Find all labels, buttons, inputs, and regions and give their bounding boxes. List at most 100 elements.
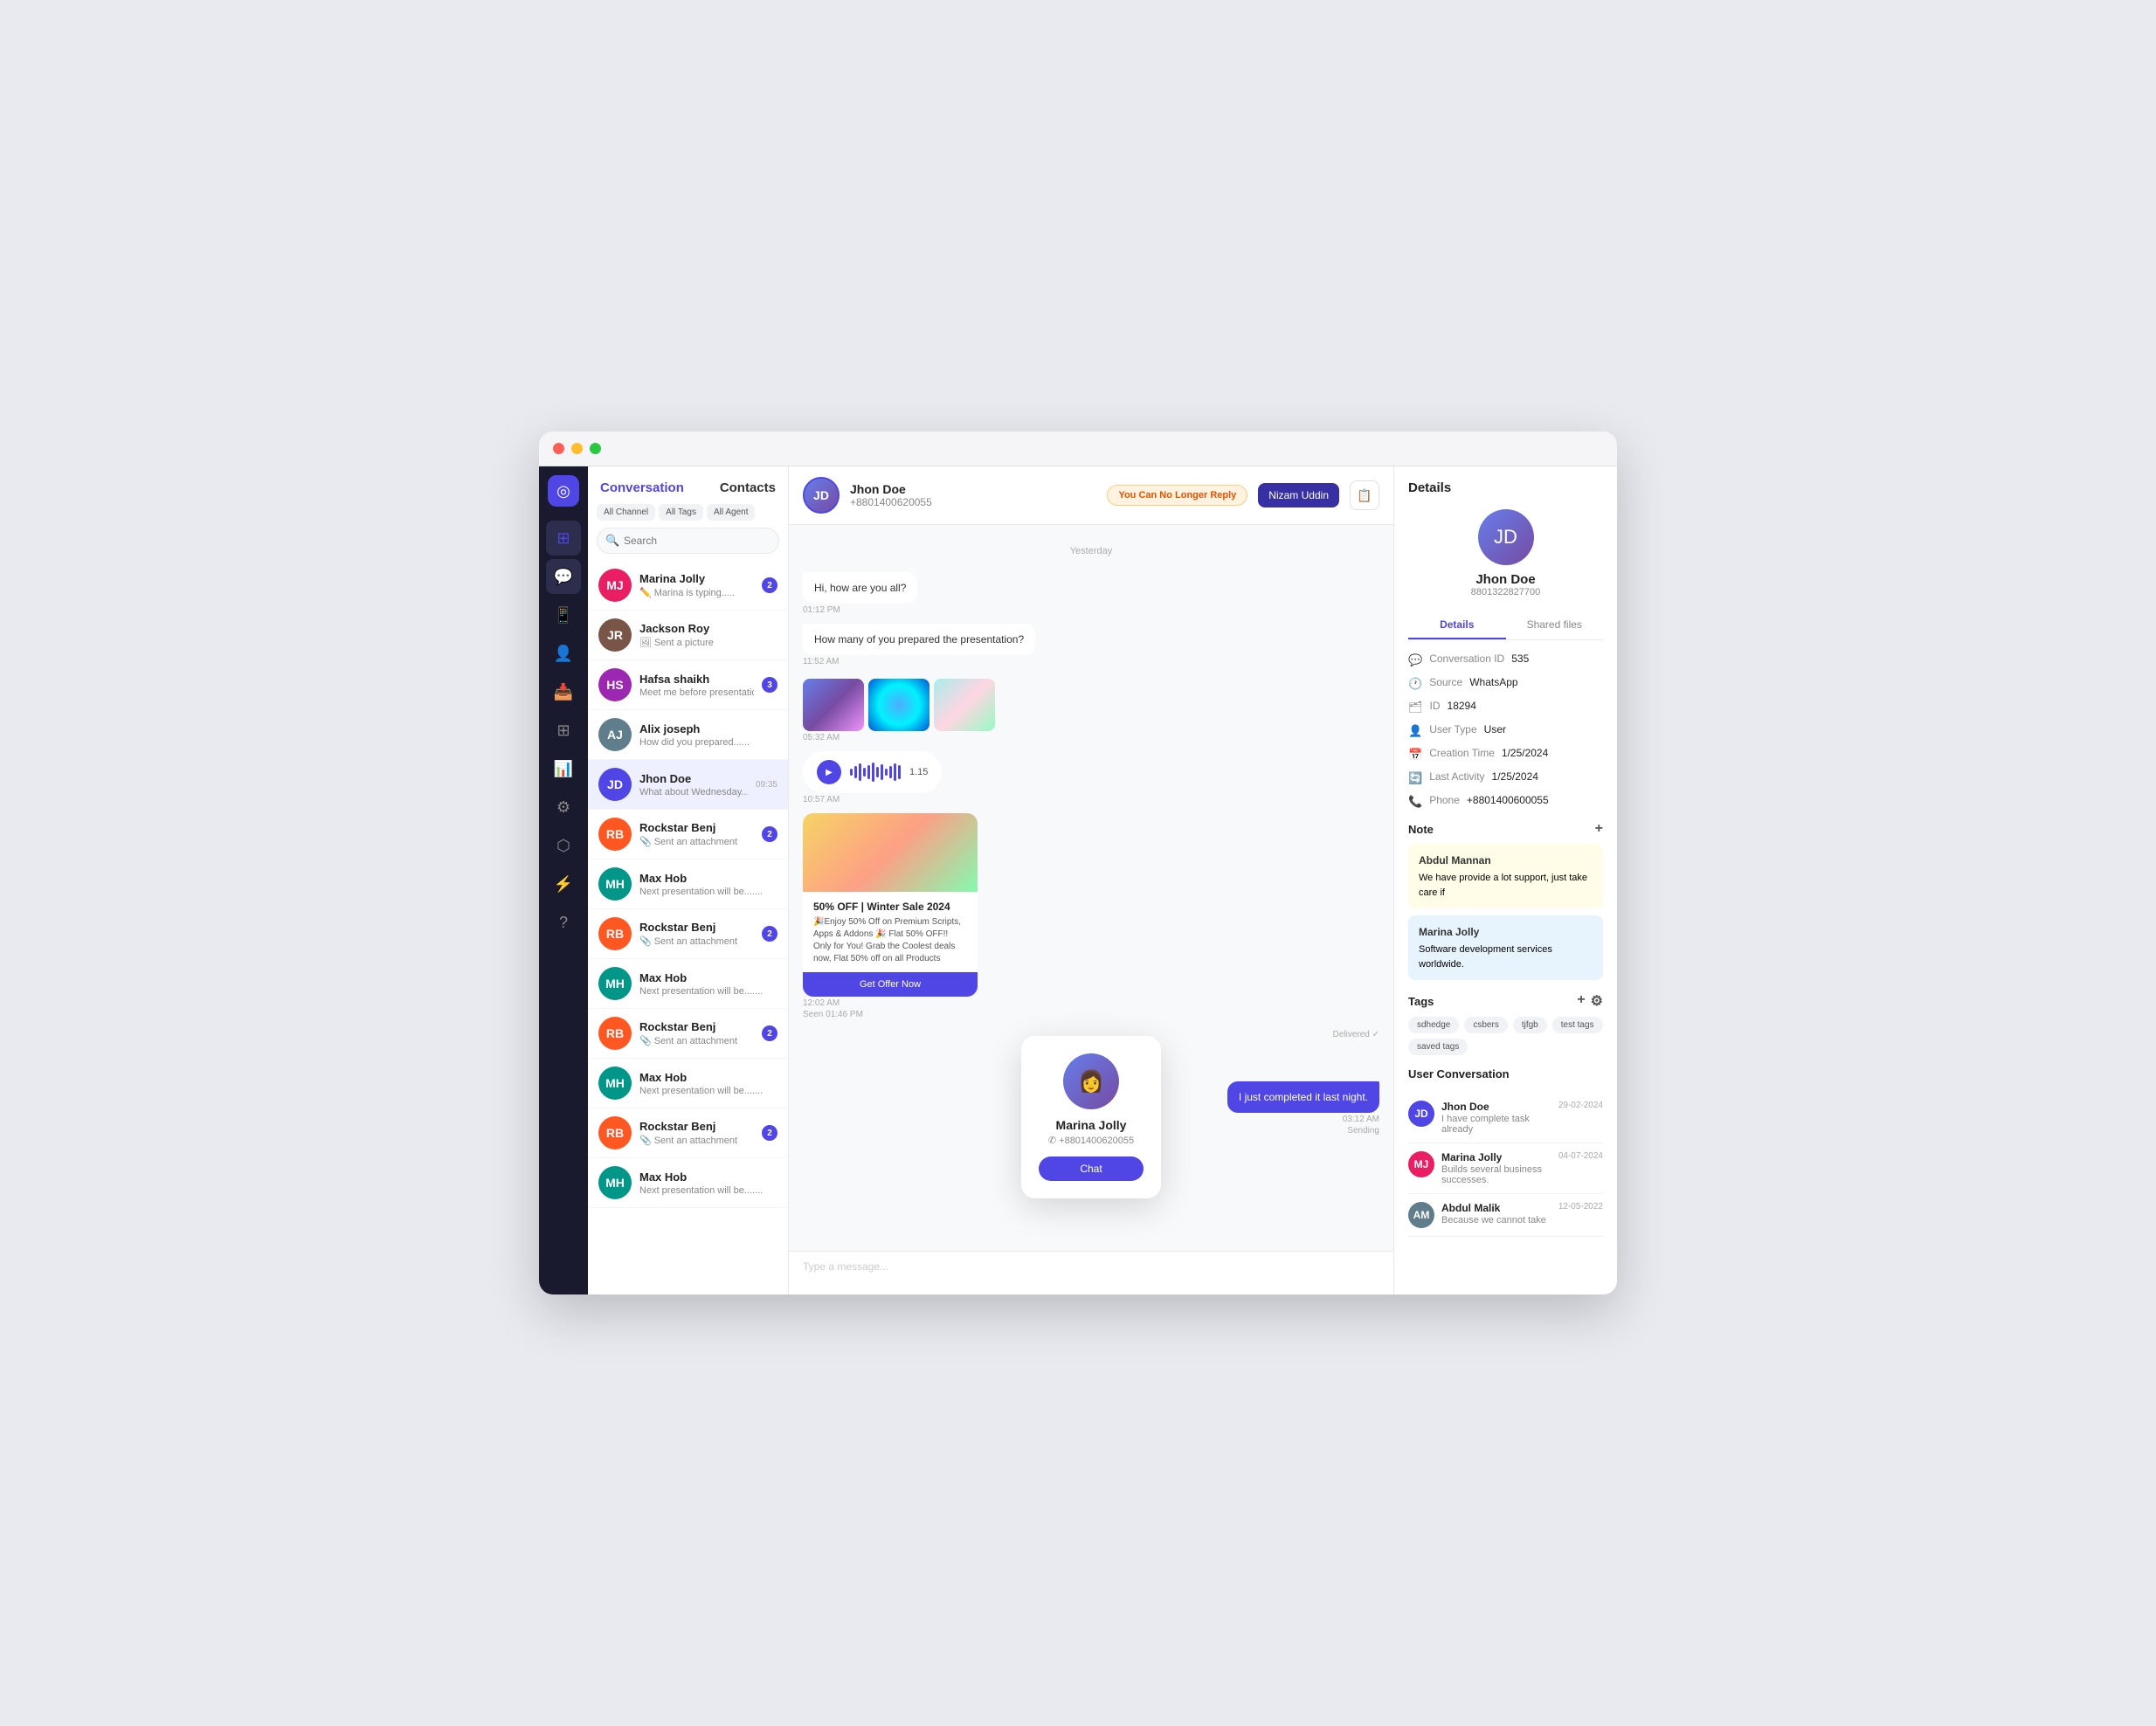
profile-avatar: JD: [1478, 509, 1534, 565]
image-thumbnail[interactable]: [934, 679, 995, 731]
avatar: MH: [598, 1166, 632, 1199]
user-conv-item[interactable]: AM Abdul Malik Because we cannot take 12…: [1408, 1194, 1603, 1237]
nav-help-icon[interactable]: ?: [546, 905, 581, 940]
user-conv-item[interactable]: MJ Marina Jolly Builds several business …: [1408, 1143, 1603, 1194]
conversation-item[interactable]: RB Rockstar Benj 📎 Sent an attachment 2: [588, 810, 788, 860]
title-bar: [539, 432, 1617, 466]
conversation-item[interactable]: JD Jhon Doe What about Wednesday...... 0…: [588, 760, 788, 810]
tag-chip[interactable]: sdhedge: [1408, 1017, 1459, 1033]
unread-badge: 2: [762, 1025, 777, 1041]
tags-filter[interactable]: All Tags: [659, 504, 703, 521]
promo-text: 🎉Enjoy 50% Off on Premium Scripts, Apps …: [813, 916, 967, 965]
preview-icon: 📎: [639, 836, 652, 847]
conv-id-value: 535: [1511, 652, 1529, 665]
preview-text: Next presentation will be.......: [639, 1185, 763, 1196]
user-conv-preview: I have complete task already: [1441, 1114, 1551, 1135]
nav-grid-icon[interactable]: ⊞: [546, 713, 581, 748]
wave-bar: [889, 766, 892, 778]
popup-chat-button[interactable]: Chat: [1039, 1156, 1144, 1181]
promo-cta-button[interactable]: Get Offer Now: [803, 972, 978, 997]
tags-section-title: Tags + ⚙: [1408, 992, 1603, 1010]
close-dot[interactable]: [553, 443, 564, 454]
conversation-item[interactable]: MH Max Hob Next presentation will be....…: [588, 959, 788, 1009]
tag-chip[interactable]: saved tags: [1408, 1039, 1468, 1055]
conv-info: Jhon Doe What about Wednesday......: [639, 772, 748, 797]
preview-text: Marina is typing.....: [654, 588, 735, 598]
usertype-value: User: [1484, 723, 1506, 735]
conversation-item[interactable]: HS Hafsa shaikh Meet me before presentat…: [588, 660, 788, 710]
app-body: ◎ ⊞ 💬 📱 👤 📥 ⊞ 📊 ⚙ ⬡ ⚡ ? Conversation Con…: [539, 466, 1617, 1294]
audio-play-button[interactable]: ▶: [817, 760, 841, 784]
detail-row-source: 🕐 Source WhatsApp: [1408, 676, 1603, 691]
nav-chat-icon[interactable]: 💬: [546, 559, 581, 594]
agent-button[interactable]: Nizam Uddin: [1258, 483, 1339, 507]
minimize-dot[interactable]: [571, 443, 583, 454]
nav-settings-icon[interactable]: ⚙: [546, 790, 581, 825]
channel-filter[interactable]: All Channel: [597, 504, 655, 521]
user-conv-info: Abdul Malik Because we cannot take: [1441, 1202, 1551, 1225]
agent-filter[interactable]: All Agent: [707, 504, 755, 521]
conv-preview: 📎 Sent an attachment: [639, 836, 754, 847]
conv-info: Marina Jolly ✏️ Marina is typing.....: [639, 572, 754, 598]
wave-bar: [867, 765, 870, 779]
tab-details[interactable]: Details: [1408, 611, 1506, 639]
nav-lightning-icon[interactable]: ⚡: [546, 866, 581, 901]
conversation-item[interactable]: MJ Marina Jolly ✏️ Marina is typing.....…: [588, 561, 788, 611]
preview-text: Sent an attachment: [654, 936, 737, 947]
conversation-item[interactable]: AJ Alix joseph How did you prepared.....…: [588, 710, 788, 760]
conversation-item[interactable]: RB Rockstar Benj 📎 Sent an attachment 2: [588, 1108, 788, 1158]
search-input[interactable]: [597, 528, 779, 554]
conversation-list: MJ Marina Jolly ✏️ Marina is typing.....…: [588, 561, 788, 1294]
add-note-button[interactable]: +: [1595, 821, 1603, 837]
conversation-item[interactable]: JR Jackson Roy 🖼 Sent a picture: [588, 611, 788, 660]
audio-bubble: ▶: [803, 751, 942, 793]
preview-text: Next presentation will be.......: [639, 986, 763, 997]
avatar: AJ: [598, 718, 632, 751]
nav-phone-icon[interactable]: 📱: [546, 597, 581, 632]
preview-icon: 📎: [639, 935, 652, 947]
wave-bar: [885, 769, 888, 776]
sending-status: Sending: [1347, 1126, 1379, 1136]
wave-bar: [872, 763, 874, 782]
nav-contacts-icon[interactable]: 👤: [546, 636, 581, 671]
nav-reports-icon[interactable]: 📊: [546, 751, 581, 786]
tag-chip[interactable]: tjfgb: [1513, 1017, 1547, 1033]
image-thumbnail[interactable]: [868, 679, 929, 731]
conversation-item[interactable]: MH Max Hob Next presentation will be....…: [588, 1158, 788, 1208]
conversation-title: Conversation: [600, 480, 684, 495]
settings-tag-icon[interactable]: ⚙: [1591, 992, 1603, 1010]
conv-meta: 2: [762, 1125, 777, 1141]
preview-text: Next presentation will be.......: [639, 887, 763, 897]
nav-home-icon[interactable]: ⊞: [546, 521, 581, 556]
tab-shared-files[interactable]: Shared files: [1506, 611, 1604, 639]
unread-badge: 2: [762, 1125, 777, 1141]
maximize-dot[interactable]: [590, 443, 601, 454]
add-tag-button[interactable]: +: [1577, 992, 1585, 1010]
usertype-icon: 👤: [1408, 724, 1422, 738]
conv-meta: 09:35: [756, 780, 777, 790]
conv-info: Jackson Roy 🖼 Sent a picture: [639, 622, 770, 648]
chat-input-placeholder[interactable]: Type a message...: [803, 1260, 1379, 1273]
conv-info: Alix joseph How did you prepared......: [639, 722, 770, 748]
conversation-item[interactable]: RB Rockstar Benj 📎 Sent an attachment 2: [588, 909, 788, 959]
tag-chip[interactable]: test tags: [1552, 1017, 1603, 1033]
conv-meta: 2: [762, 577, 777, 593]
image-thumbnail[interactable]: [803, 679, 864, 731]
profile-section: JD Jhon Doe 8801322827700: [1408, 509, 1603, 597]
unread-badge: 3: [762, 677, 777, 693]
conv-preview: ✏️ Marina is typing.....: [639, 587, 754, 598]
conversation-item[interactable]: RB Rockstar Benj 📎 Sent an attachment 2: [588, 1009, 788, 1059]
avatar: JD: [598, 768, 632, 801]
message-row-images: 05:32 AM: [803, 675, 1379, 742]
user-conv-item[interactable]: JD Jhon Doe I have complete task already…: [1408, 1093, 1603, 1143]
tag-chip[interactable]: csbers: [1464, 1017, 1507, 1033]
promo-body: 50% OFF | Winter Sale 2024 🎉Enjoy 50% Of…: [803, 892, 978, 965]
copy-icon-button[interactable]: 📋: [1350, 480, 1379, 510]
conv-preview: 🖼 Sent a picture: [639, 637, 770, 648]
nav-apps-icon[interactable]: ⬡: [546, 828, 581, 863]
message-bubble: Hi, how are you all?: [803, 572, 917, 604]
conversation-item[interactable]: MH Max Hob Next presentation will be....…: [588, 860, 788, 909]
wave-bar: [854, 766, 857, 778]
conversation-item[interactable]: MH Max Hob Next presentation will be....…: [588, 1059, 788, 1108]
nav-inbox-icon[interactable]: 📥: [546, 674, 581, 709]
